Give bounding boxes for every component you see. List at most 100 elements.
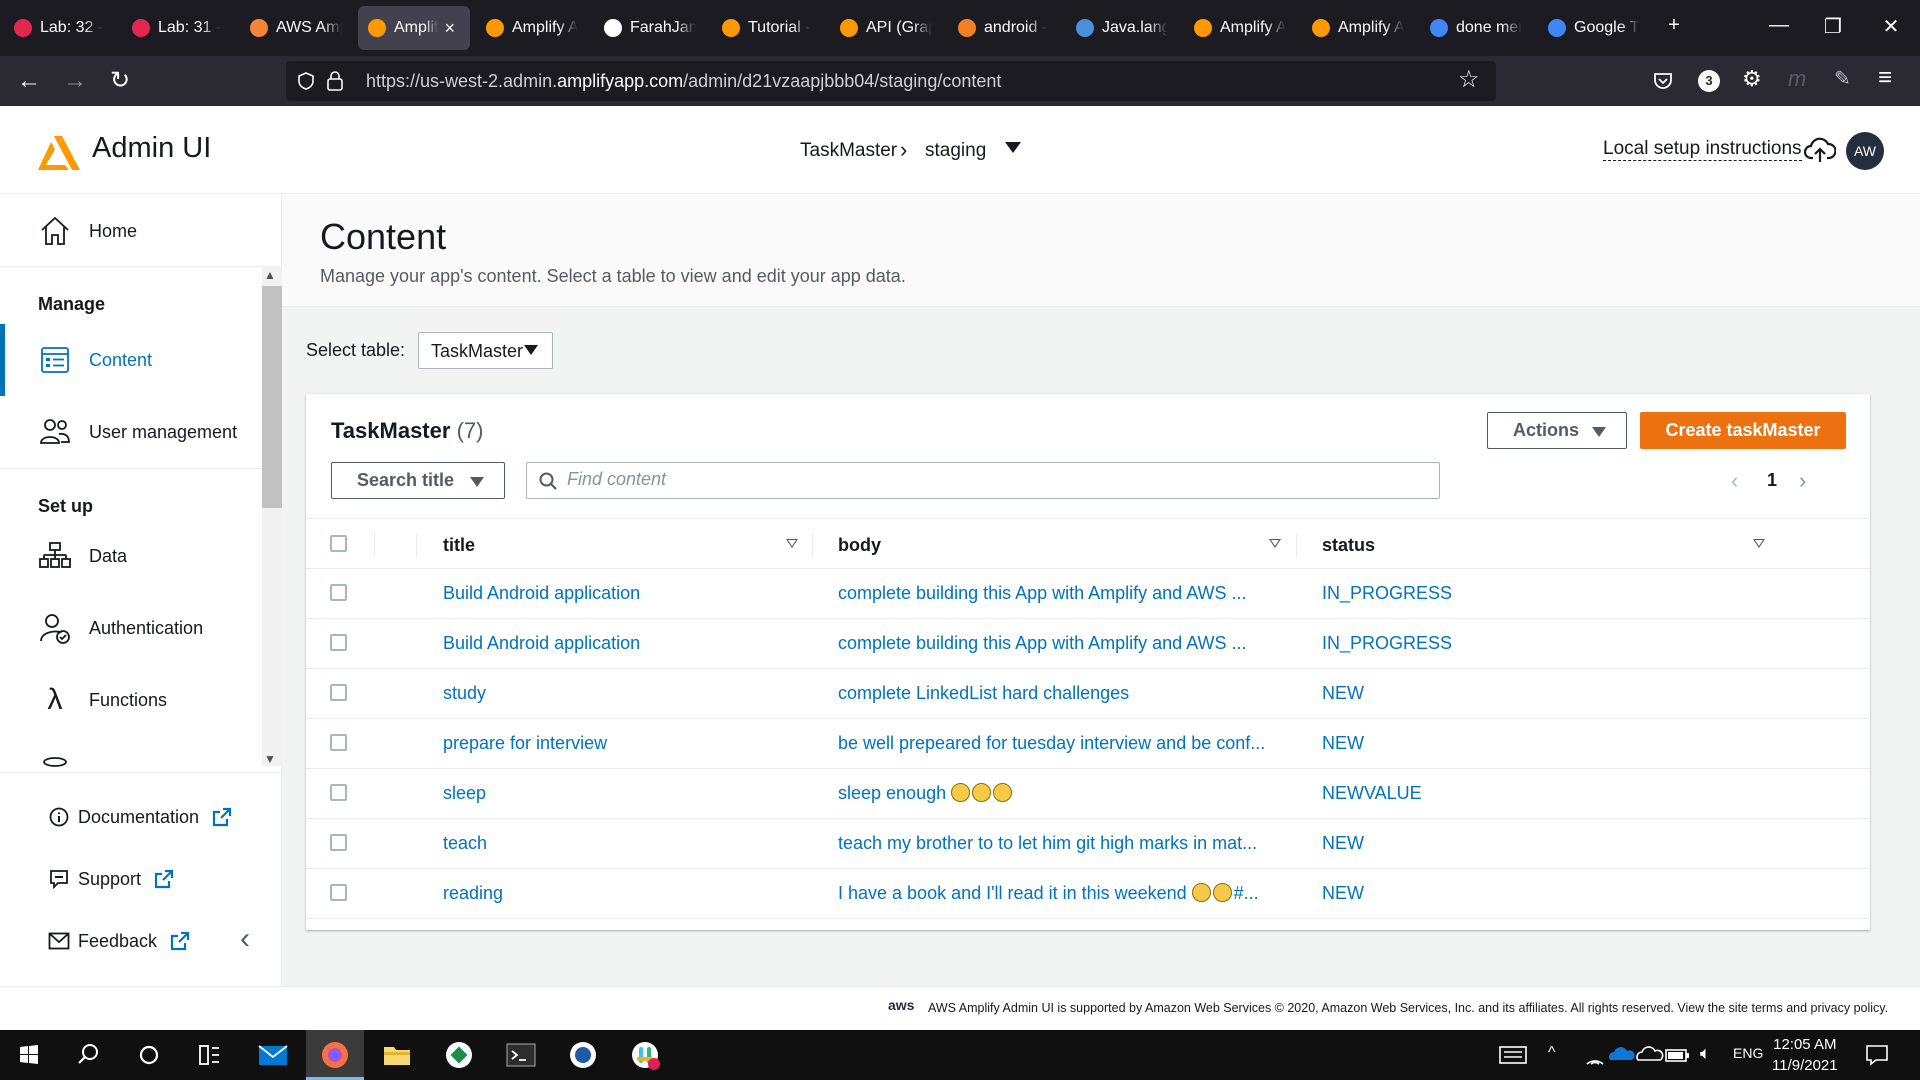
select-all-checkbox[interactable] bbox=[330, 535, 347, 552]
search-input[interactable] bbox=[567, 469, 1417, 490]
row-checkbox[interactable] bbox=[330, 634, 347, 651]
cell-status[interactable]: NEW bbox=[1322, 833, 1364, 854]
file-explorer-icon[interactable] bbox=[380, 1038, 414, 1072]
cookie-icon[interactable]: ⚙ bbox=[1742, 66, 1762, 92]
cell-body[interactable]: sleep enough bbox=[838, 783, 1014, 804]
feedback-link[interactable]: Feedback bbox=[48, 930, 191, 952]
cell-status[interactable]: IN_PROGRESS bbox=[1322, 633, 1452, 654]
new-tab-icon[interactable]: + bbox=[1659, 14, 1689, 37]
create-taskmaster-button[interactable]: Create taskMaster bbox=[1640, 412, 1846, 449]
slack-icon[interactable] bbox=[628, 1038, 662, 1072]
table-row[interactable]: sleep sleep enough NEWVALUE bbox=[306, 769, 1870, 819]
sidebar-item-authentication[interactable]: Authentication bbox=[0, 602, 260, 654]
env-dropdown-icon[interactable] bbox=[1005, 142, 1021, 153]
extension-m-icon[interactable]: m bbox=[1788, 66, 1806, 92]
pocket-icon[interactable] bbox=[1652, 70, 1674, 92]
browser-tab[interactable]: Java.lang bbox=[1066, 6, 1178, 50]
browser-tab[interactable]: Amplif × bbox=[358, 6, 470, 50]
battery-icon[interactable] bbox=[1660, 1038, 1694, 1072]
collapse-sidebar-icon[interactable]: ‹ bbox=[240, 922, 250, 956]
cell-title[interactable]: prepare for interview bbox=[443, 733, 607, 754]
cell-status[interactable]: NEW bbox=[1322, 683, 1364, 704]
cell-title[interactable]: study bbox=[443, 683, 486, 704]
cloud-upload-icon[interactable] bbox=[1804, 136, 1836, 164]
menu-icon[interactable]: ≡ bbox=[1878, 64, 1892, 92]
shield-icon[interactable] bbox=[296, 71, 316, 91]
search-box[interactable] bbox=[526, 462, 1440, 499]
scroll-down-icon[interactable]: ▼ bbox=[264, 752, 276, 766]
table-row[interactable]: study complete LinkedList hard challenges… bbox=[306, 669, 1870, 719]
row-checkbox[interactable] bbox=[330, 734, 347, 751]
sidebar-item-functions[interactable]: λ Functions bbox=[0, 674, 260, 726]
table-select[interactable]: TaskMaster bbox=[418, 332, 553, 369]
cell-body[interactable]: teach my brother to to let him git high … bbox=[838, 833, 1257, 854]
pagination-next-icon[interactable]: › bbox=[1799, 468, 1806, 494]
avatar[interactable]: AW bbox=[1846, 132, 1884, 170]
windows-start-icon[interactable] bbox=[12, 1038, 46, 1072]
cell-title[interactable]: reading bbox=[443, 883, 503, 904]
app-title[interactable]: Admin UI bbox=[92, 132, 211, 165]
sidebar-item-content[interactable]: Content bbox=[0, 334, 260, 386]
sidebar-item-data[interactable]: Data bbox=[0, 530, 260, 582]
browser-tab[interactable]: done mer bbox=[1420, 6, 1532, 50]
restore-icon[interactable]: ❐ bbox=[1818, 14, 1848, 39]
pagination-prev-icon[interactable]: ‹ bbox=[1731, 468, 1738, 494]
app-icon[interactable] bbox=[566, 1038, 600, 1072]
url-text[interactable]: https://us-west-2.admin.amplifyapp.com/a… bbox=[366, 71, 1001, 92]
task-view-icon[interactable] bbox=[192, 1038, 226, 1072]
cell-title[interactable]: teach bbox=[443, 833, 487, 854]
cortana-icon[interactable] bbox=[132, 1038, 166, 1072]
cell-status[interactable]: NEWVALUE bbox=[1322, 783, 1422, 804]
table-row[interactable]: teach teach my brother to to let him git … bbox=[306, 819, 1870, 869]
row-checkbox[interactable] bbox=[330, 684, 347, 701]
lock-icon[interactable] bbox=[326, 70, 344, 92]
support-link[interactable]: Support bbox=[48, 868, 175, 890]
cell-title[interactable]: Build Android application bbox=[443, 633, 640, 654]
chevron-up-icon[interactable]: ^ bbox=[1548, 1044, 1556, 1062]
cell-body[interactable]: be well prepeared for tuesday interview … bbox=[838, 733, 1265, 754]
cell-body[interactable]: complete building this App with Amplify … bbox=[838, 633, 1247, 654]
column-header-title[interactable]: title bbox=[443, 535, 475, 556]
cell-title[interactable]: Build Android application bbox=[443, 583, 640, 604]
breadcrumb-app[interactable]: TaskMaster bbox=[800, 140, 897, 162]
browser-tab[interactable]: Tutorial - bbox=[712, 6, 824, 50]
table-row[interactable]: Build Android application complete buildi… bbox=[306, 619, 1870, 669]
reload-icon[interactable]: ↻ bbox=[105, 66, 135, 96]
browser-tab[interactable]: android - bbox=[948, 6, 1060, 50]
bookmark-star-icon[interactable]: ☆ bbox=[1458, 65, 1480, 94]
table-row[interactable]: prepare for interview be well prepeared f… bbox=[306, 719, 1870, 769]
row-checkbox[interactable] bbox=[330, 834, 347, 851]
browser-tab[interactable]: FarahJam bbox=[594, 6, 706, 50]
cell-status[interactable]: NEW bbox=[1322, 883, 1364, 904]
breadcrumb-env[interactable]: staging bbox=[925, 140, 986, 162]
browser-tab[interactable]: Lab: 32 - bbox=[4, 6, 116, 50]
cell-status[interactable]: NEW bbox=[1322, 733, 1364, 754]
url-bar[interactable]: https://us-west-2.admin.amplifyapp.com/a… bbox=[286, 61, 1496, 101]
row-checkbox[interactable] bbox=[330, 784, 347, 801]
back-icon[interactable]: ← bbox=[14, 66, 44, 96]
taskbar-clock[interactable]: 12:05 AM 11/9/2021 bbox=[1772, 1034, 1838, 1076]
browser-tab[interactable]: API (Grap bbox=[830, 6, 942, 50]
sort-icon[interactable] bbox=[786, 539, 798, 548]
scroll-up-icon[interactable]: ▲ bbox=[264, 268, 276, 282]
pen-icon[interactable]: ✎ bbox=[1834, 66, 1851, 91]
close-window-icon[interactable]: ✕ bbox=[1876, 14, 1906, 39]
browser-tab[interactable]: Amplify A bbox=[476, 6, 588, 50]
browser-tab[interactable]: Lab: 31 - bbox=[122, 6, 234, 50]
browser-tab[interactable]: AWS Amp bbox=[240, 6, 352, 50]
sort-icon[interactable] bbox=[1269, 539, 1281, 548]
vm-app-icon[interactable] bbox=[442, 1038, 476, 1072]
actions-button[interactable]: Actions bbox=[1487, 412, 1627, 449]
cell-body[interactable]: complete building this App with Amplify … bbox=[838, 583, 1247, 604]
search-field-select[interactable]: Search title bbox=[331, 462, 505, 499]
documentation-link[interactable]: Documentation bbox=[48, 806, 233, 828]
search-icon[interactable] bbox=[72, 1038, 106, 1072]
browser-tab[interactable]: Google Tr bbox=[1538, 6, 1650, 50]
firefox-icon[interactable] bbox=[318, 1038, 352, 1072]
sidebar-item-user-management[interactable]: User management bbox=[0, 406, 260, 458]
minimize-icon[interactable]: — bbox=[1764, 14, 1794, 37]
notification-icon[interactable] bbox=[1860, 1038, 1894, 1072]
row-checkbox[interactable] bbox=[330, 584, 347, 601]
table-row[interactable]: reading I have a book and I'll read it in… bbox=[306, 869, 1870, 919]
local-setup-link[interactable]: Local setup instructions bbox=[1603, 138, 1802, 161]
